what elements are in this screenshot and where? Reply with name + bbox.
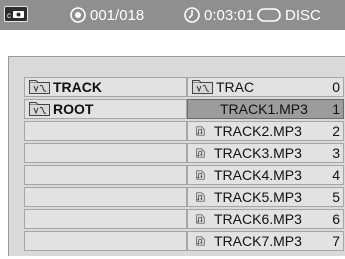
track-counter-text: 001/018 (90, 6, 145, 24)
camera-icon: c (4, 6, 28, 22)
music-file-icon (196, 126, 205, 136)
source-text: DISC (285, 6, 321, 24)
file-index: 6 (332, 211, 340, 227)
list-item[interactable]: TRACK5.MP3 5 (187, 187, 344, 207)
status-bar: c 001/018 0:03:01 DISC (0, 0, 345, 30)
music-file-icon (196, 148, 205, 158)
folder-label: TRACK (53, 79, 102, 95)
source-indicator: DISC (257, 0, 321, 30)
list-item[interactable]: TRACK4.MP3 4 (187, 165, 344, 185)
folder-row[interactable]: ROOT (24, 99, 187, 119)
file-index: 5 (332, 189, 340, 205)
folder-icon (29, 102, 50, 116)
file-label: TRACK6.MP3 (214, 211, 302, 227)
file-index: 1 (332, 101, 340, 117)
list-item-selected[interactable]: TRACK1.MP3 1 (187, 99, 344, 119)
empty-row (24, 209, 187, 229)
folder-list: TRACK ROOT (24, 77, 187, 253)
list-item[interactable]: TRAC 0 (187, 77, 344, 97)
file-index: 7 (332, 233, 340, 249)
empty-row (24, 143, 187, 163)
file-list: TRAC 0 TRACK1.MP3 1 TRACK2.MP3 2 TRACK3.… (187, 77, 344, 253)
empty-row (24, 165, 187, 185)
music-file-icon (196, 214, 205, 224)
disc-icon (257, 8, 281, 22)
elapsed-time: 0:03:01 (184, 0, 254, 30)
list-item[interactable]: TRACK3.MP3 3 (187, 143, 344, 163)
folder-icon (192, 80, 213, 94)
empty-row (24, 121, 187, 141)
file-label: TRACK5.MP3 (214, 189, 302, 205)
clock-icon (184, 7, 200, 23)
svg-text:c: c (7, 11, 11, 20)
empty-row (24, 187, 187, 207)
file-label: TRACK2.MP3 (214, 123, 302, 139)
list-item[interactable]: TRACK2.MP3 2 (187, 121, 344, 141)
disc-play-icon (70, 7, 86, 23)
file-label: TRACK4.MP3 (214, 167, 302, 183)
file-label: TRAC (216, 79, 255, 95)
track-counter: 001/018 (70, 0, 144, 30)
music-file-icon (196, 192, 205, 202)
folder-row[interactable]: TRACK (24, 77, 187, 97)
file-label: TRACK3.MP3 (214, 145, 302, 161)
file-label: TRACK1.MP3 (220, 101, 308, 117)
elapsed-time-text: 0:03:01 (204, 6, 255, 24)
music-file-icon (196, 236, 205, 246)
file-index: 4 (332, 167, 340, 183)
file-browser-panel: TRACK ROOT TRAC 0 TRACK1.MP3 1 TRACK2.MP… (8, 56, 345, 256)
list-item[interactable]: TRACK7.MP3 7 (187, 231, 344, 251)
file-index: 0 (332, 79, 340, 95)
folder-label: ROOT (53, 101, 94, 117)
file-index: 3 (332, 145, 340, 161)
music-file-icon (196, 170, 205, 180)
list-item[interactable]: TRACK6.MP3 6 (187, 209, 344, 229)
file-index: 2 (332, 123, 340, 139)
file-label: TRACK7.MP3 (214, 233, 302, 249)
empty-row (24, 231, 187, 251)
folder-icon (29, 80, 50, 94)
